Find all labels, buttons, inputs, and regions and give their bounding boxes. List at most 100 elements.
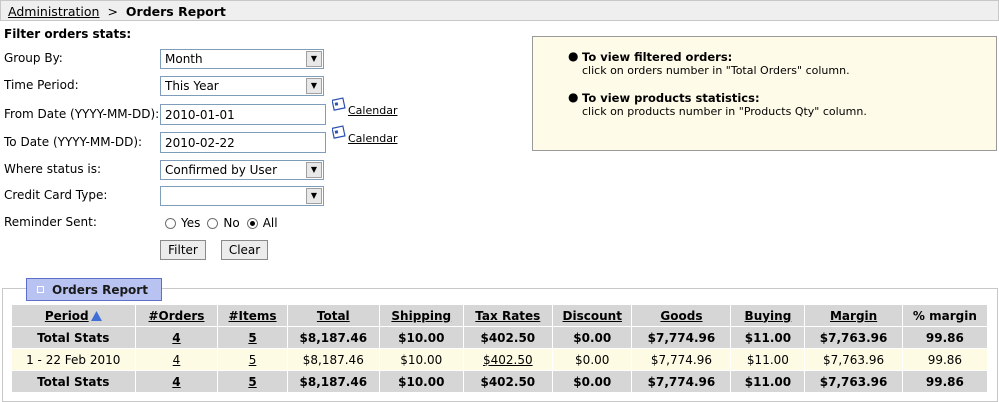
calendar-icon: [332, 125, 346, 139]
chevron-down-icon: ▼: [306, 162, 322, 178]
collapse-icon: [37, 286, 44, 293]
reminder-all-radio[interactable]: All: [246, 216, 278, 230]
info-item-title: To view filtered orders:: [582, 50, 733, 64]
column-header-percent-margin: % margin: [901, 304, 989, 327]
reminder-all-label: All: [262, 216, 278, 230]
table-cell: $402.50: [462, 348, 554, 371]
orders-count-link[interactable]: 4: [172, 375, 180, 389]
info-item-desc: click on products number in "Products Qt…: [582, 105, 867, 118]
column-header-link[interactable]: #Items: [229, 309, 277, 323]
table-cell: Total Stats: [11, 326, 136, 349]
credit-card-select[interactable]: ▼: [160, 186, 324, 206]
table-cell: $11.00: [730, 348, 806, 371]
table-cell: $11.00: [730, 370, 806, 393]
column-header-goods[interactable]: Goods: [631, 304, 732, 327]
table-cell: 99.86: [901, 348, 989, 371]
column-header-link[interactable]: Buying: [745, 309, 792, 323]
clear-button[interactable]: Clear: [221, 240, 268, 260]
to-date-input[interactable]: [160, 132, 326, 153]
items-count-link[interactable]: 5: [248, 375, 256, 389]
table-row-total: Total Stats 4 5 $8,187.46 $10.00 $402.50…: [11, 326, 989, 349]
column-header-tax-rates[interactable]: Tax Rates: [462, 304, 554, 327]
column-header-link[interactable]: Tax Rates: [475, 309, 540, 323]
column-header-link[interactable]: Total: [317, 309, 350, 323]
column-header-items[interactable]: #Items: [217, 304, 288, 327]
orders-report-table: Period #Orders #Items Total Shipping Tax…: [11, 304, 989, 393]
status-select[interactable]: Confirmed by User ▼: [160, 160, 324, 180]
items-count-link[interactable]: 5: [248, 331, 256, 345]
column-header-discount[interactable]: Discount: [552, 304, 633, 327]
table-cell: 4: [134, 326, 219, 349]
reminder-label: Reminder Sent:: [4, 215, 97, 229]
table-cell: Total Stats: [11, 370, 136, 393]
column-header-link[interactable]: Margin: [830, 309, 877, 323]
status-label: Where status is:: [4, 162, 102, 176]
from-date-label: From Date (YYYY-MM-DD):: [4, 107, 160, 121]
column-header-total[interactable]: Total: [286, 304, 380, 327]
column-header-orders[interactable]: #Orders: [134, 304, 219, 327]
table-cell: $8,187.46: [286, 348, 380, 371]
chevron-down-icon: ▼: [306, 188, 322, 204]
info-item: ● To view products statistics: click on …: [568, 91, 996, 119]
orders-count-link[interactable]: 4: [173, 353, 181, 367]
breadcrumb: Administration > Orders Report: [0, 0, 999, 21]
table-cell: 99.86: [901, 370, 989, 393]
info-item-title: To view products statistics:: [582, 91, 760, 105]
column-header-label: % margin: [912, 308, 977, 323]
to-date-calendar-link[interactable]: Calendar: [348, 132, 397, 145]
tax-rates-link[interactable]: $402.50: [483, 353, 533, 367]
column-header-period[interactable]: Period: [11, 304, 136, 327]
column-header-link[interactable]: Discount: [563, 309, 622, 323]
column-header-link[interactable]: #Orders: [148, 309, 204, 323]
filter-button[interactable]: Filter: [160, 240, 206, 260]
time-period-select[interactable]: This Year ▼: [160, 76, 324, 96]
table-cell: $402.50: [462, 370, 554, 393]
items-count-link[interactable]: 5: [249, 353, 257, 367]
table-cell: $402.50: [462, 326, 554, 349]
reminder-yes-label: Yes: [181, 216, 201, 230]
group-by-label: Group By:: [4, 51, 63, 65]
orders-count-link[interactable]: 4: [172, 331, 180, 345]
reminder-no-label: No: [223, 216, 240, 230]
report-tab-label: Orders Report: [52, 282, 148, 297]
table-cell: $0.00: [552, 348, 633, 371]
report-tab[interactable]: Orders Report: [26, 278, 162, 301]
table-cell: 4: [134, 370, 219, 393]
chevron-down-icon: ▼: [306, 78, 322, 94]
table-row: 1 - 22 Feb 2010 4 5 $8,187.46 $10.00 $40…: [11, 348, 989, 371]
time-period-value: This Year: [165, 79, 219, 93]
table-cell: $7,774.96: [631, 348, 732, 371]
radio-icon: [207, 217, 219, 229]
table-cell: 5: [217, 326, 288, 349]
table-cell: 5: [217, 370, 288, 393]
table-cell: 1 - 22 Feb 2010: [11, 348, 136, 371]
table-header-row: Period #Orders #Items Total Shipping Tax…: [11, 304, 989, 327]
column-header-margin[interactable]: Margin: [804, 304, 903, 327]
table-cell: $0.00: [552, 370, 633, 393]
radio-icon: [165, 217, 176, 229]
from-date-input[interactable]: [160, 104, 326, 125]
column-header-link[interactable]: Period: [45, 309, 89, 323]
column-header-link[interactable]: Shipping: [391, 309, 451, 323]
reminder-yes-radio[interactable]: Yes: [165, 216, 200, 230]
column-header-link[interactable]: Goods: [660, 309, 702, 323]
from-date-calendar[interactable]: Calendar: [332, 97, 397, 117]
credit-card-label: Credit Card Type:: [4, 188, 108, 202]
table-cell: $8,187.46: [286, 326, 380, 349]
table-cell: $8,187.46: [286, 370, 380, 393]
chevron-down-icon: ▼: [306, 51, 322, 67]
reminder-no-radio[interactable]: No: [207, 216, 240, 230]
to-date-calendar[interactable]: Calendar: [332, 125, 397, 145]
table-cell: $10.00: [378, 370, 464, 393]
table-cell: $11.00: [730, 326, 806, 349]
breadcrumb-administration-link[interactable]: Administration: [8, 4, 99, 19]
table-cell: $7,763.96: [804, 370, 903, 393]
from-date-calendar-link[interactable]: Calendar: [348, 104, 397, 117]
table-cell: $7,774.96: [631, 326, 732, 349]
group-by-select[interactable]: Month ▼: [160, 49, 324, 69]
column-header-buying[interactable]: Buying: [730, 304, 806, 327]
column-header-shipping[interactable]: Shipping: [378, 304, 464, 327]
table-cell: 5: [217, 348, 288, 371]
sort-ascending-icon: [90, 310, 102, 321]
table-cell: $7,763.96: [804, 348, 903, 371]
